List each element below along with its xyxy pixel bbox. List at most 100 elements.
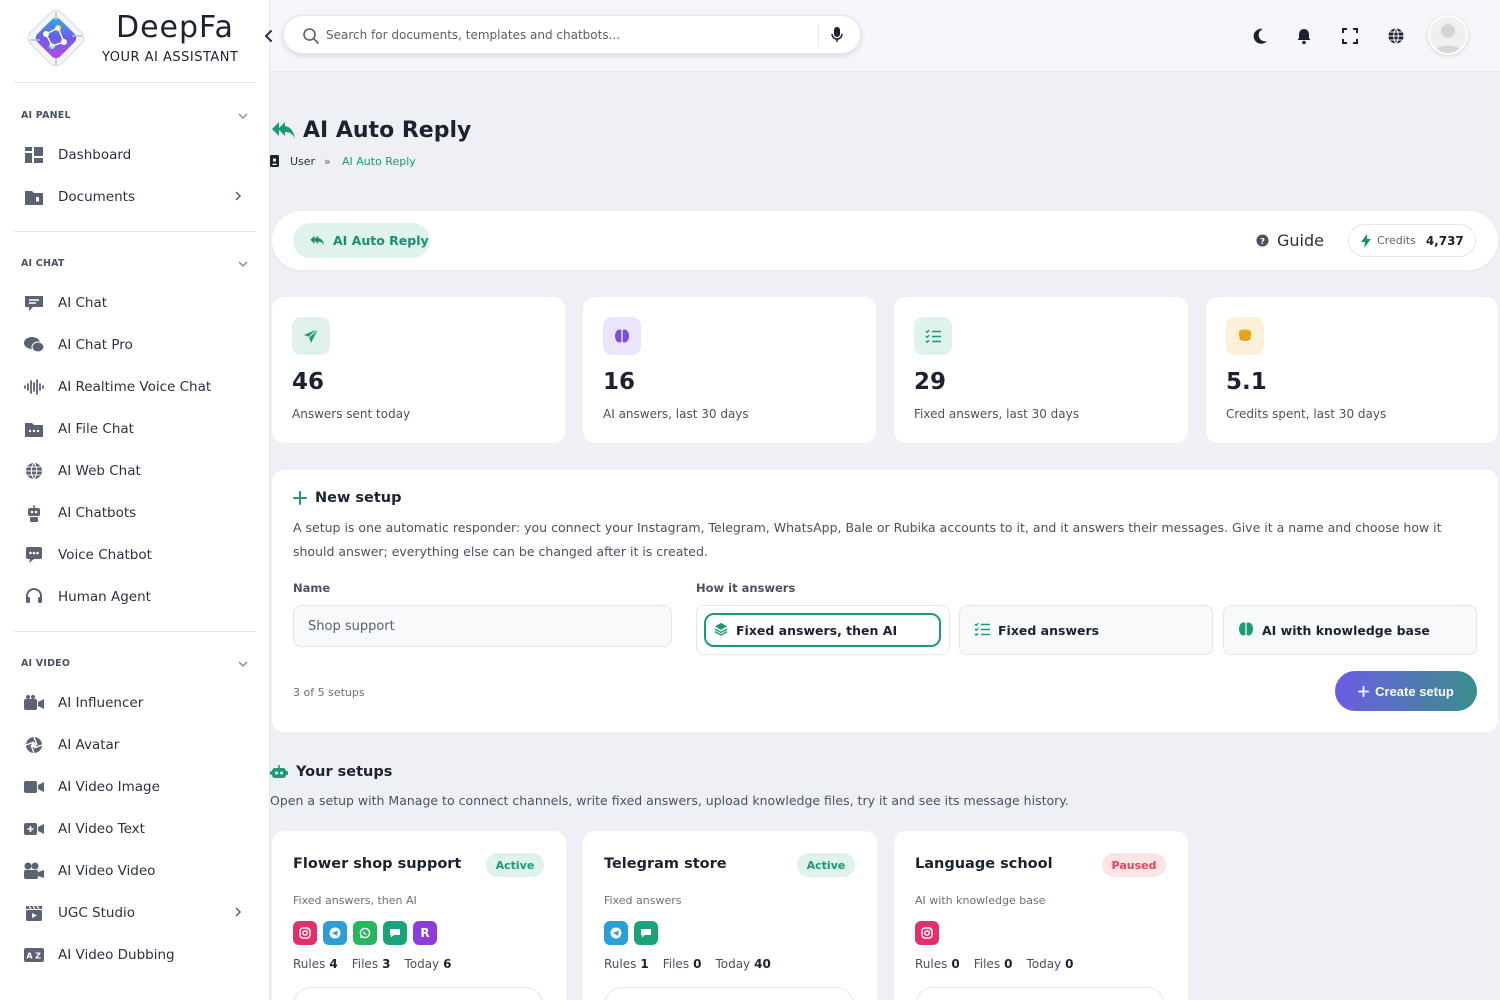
rubika-icon: R bbox=[413, 921, 437, 945]
sidebar-item-label: AI Realtime Voice Chat bbox=[58, 379, 212, 395]
channel-list bbox=[915, 921, 939, 945]
sidebar-item-label: AI File Chat bbox=[58, 421, 134, 437]
section-title: AI CHAT bbox=[21, 258, 65, 269]
status-badge: Paused bbox=[1102, 853, 1166, 877]
chevron-left-icon bbox=[264, 30, 272, 42]
brand-logo[interactable]: DeepFa YOUR AI ASSISTANT bbox=[20, 4, 260, 76]
setup-mode: AI with knowledge base bbox=[915, 894, 1046, 907]
stat-value: 46 bbox=[292, 369, 325, 395]
stat-card: 16 AI answers, last 30 days bbox=[583, 297, 876, 443]
setup-name: Language school bbox=[915, 856, 1053, 872]
sidebar-item-ai-video-image[interactable]: AI Video Image bbox=[0, 767, 269, 807]
sidebar-item-label: AI Video Image bbox=[58, 779, 160, 795]
sidebar-item-documents[interactable]: Documents bbox=[0, 177, 269, 217]
credits-value: 4,737 bbox=[1425, 233, 1464, 248]
whatsapp-icon bbox=[353, 921, 377, 945]
sidebar-item-ai-chatbots[interactable]: AI Chatbots bbox=[0, 493, 269, 533]
film-camera-icon bbox=[24, 861, 44, 881]
fullscreen-icon[interactable] bbox=[1340, 26, 1360, 46]
sidebar-item-ai-avatar[interactable]: AI Avatar bbox=[0, 725, 269, 765]
search-icon bbox=[303, 28, 319, 44]
sidebar-item-voice-chatbot[interactable]: Voice Chatbot bbox=[0, 535, 269, 575]
sidebar-item-human-agent[interactable]: Human Agent bbox=[0, 577, 269, 617]
sidebar-item-label: Documents bbox=[58, 189, 135, 205]
manage-button[interactable] bbox=[915, 987, 1165, 1000]
sidebar-item-ai-influencer[interactable]: AI Influencer bbox=[0, 683, 269, 723]
brand-tagline: YOUR AI ASSISTANT bbox=[102, 50, 239, 65]
create-setup-button[interactable]: Create setup bbox=[1335, 671, 1477, 711]
sidebar-item-ai-video-video[interactable]: AI Video Video bbox=[0, 851, 269, 891]
folder-icon bbox=[24, 187, 44, 207]
search-input[interactable] bbox=[326, 22, 806, 48]
moon-icon[interactable] bbox=[1250, 26, 1270, 46]
files-label: Files bbox=[973, 957, 1001, 971]
mode-option-fixed-answers[interactable]: Fixed answers bbox=[959, 605, 1213, 655]
breadcrumb-separator: » bbox=[324, 155, 331, 168]
robot-icon bbox=[24, 503, 44, 523]
rules-value: 0 bbox=[951, 957, 960, 971]
setup-stats: Rules 1 Files 0 Today 40 bbox=[604, 957, 771, 971]
chevron-down-icon[interactable] bbox=[236, 109, 250, 123]
sidebar-collapse-button[interactable] bbox=[259, 24, 279, 48]
stat-label: Answers sent today bbox=[292, 407, 411, 421]
plus-icon bbox=[1358, 685, 1370, 697]
sidebar-item-ai-video-text[interactable]: AI Video Text bbox=[0, 809, 269, 849]
video-plus-icon bbox=[24, 819, 44, 839]
manage-button[interactable] bbox=[604, 987, 854, 1000]
topbar bbox=[270, 0, 1500, 72]
sidebar-item-ai-chat-pro[interactable]: AI Chat Pro bbox=[0, 325, 269, 365]
module-header: AI Auto Reply ? Guide Credits 4,737 bbox=[272, 211, 1498, 270]
stat-value: 16 bbox=[603, 369, 636, 395]
your-setups-heading: Your setups bbox=[270, 764, 392, 780]
credits-badge[interactable]: Credits 4,737 bbox=[1348, 224, 1476, 257]
search-bar bbox=[283, 15, 861, 54]
section-title: AI PANEL bbox=[21, 110, 71, 121]
new-setup-title: New setup bbox=[315, 490, 402, 506]
sidebar-item-ai-web-chat[interactable]: AI Web Chat bbox=[0, 451, 269, 491]
sidebar-item-ugc-studio[interactable]: UGC Studio bbox=[0, 893, 269, 933]
sidebar-item-ai-chat[interactable]: AI Chat bbox=[0, 283, 269, 323]
channel-list: R bbox=[293, 921, 437, 945]
sidebar-item-ai-file-chat[interactable]: AI File Chat bbox=[0, 409, 269, 449]
file-folder-icon bbox=[24, 419, 44, 439]
bell-icon[interactable] bbox=[1294, 26, 1314, 46]
mode-option-fixed-answers-then-ai[interactable]: Fixed answers, then AI bbox=[696, 605, 950, 655]
files-stat: Files 0 bbox=[663, 957, 702, 971]
coins-icon bbox=[1226, 317, 1264, 355]
avatar[interactable] bbox=[1428, 15, 1468, 55]
section-title: AI VIDEO bbox=[21, 658, 71, 669]
lightning-icon bbox=[1361, 233, 1371, 248]
sidebar-item-label: UGC Studio bbox=[58, 905, 136, 921]
setup-mode: Fixed answers, then AI bbox=[293, 894, 417, 907]
chat-message-icon bbox=[24, 293, 44, 313]
sidebar-item-dashboard[interactable]: Dashboard bbox=[0, 135, 269, 175]
microphone-icon[interactable] bbox=[830, 26, 844, 44]
setup-name: Flower shop support bbox=[293, 856, 462, 872]
chevron-down-icon[interactable] bbox=[236, 657, 250, 671]
sidebar-item-label: AI Chat bbox=[58, 295, 108, 311]
breadcrumb-user[interactable]: User bbox=[290, 155, 315, 168]
stat-value: 29 bbox=[914, 369, 947, 395]
manage-button[interactable] bbox=[293, 987, 543, 1000]
robot-icon bbox=[270, 765, 288, 778]
tab-ai-auto-reply[interactable]: AI Auto Reply bbox=[293, 223, 430, 258]
bale-icon bbox=[634, 921, 658, 945]
mode-option-ai-with-knowledge-base[interactable]: AI with knowledge base bbox=[1223, 605, 1477, 655]
checklist-icon bbox=[974, 622, 990, 639]
brand-name: DeepFa bbox=[116, 10, 234, 45]
globe-icon[interactable] bbox=[1386, 26, 1406, 46]
guide-button[interactable]: ? Guide bbox=[1256, 231, 1324, 250]
sidebar-item-ai-realtime-voice-chat[interactable]: AI Realtime Voice Chat bbox=[0, 367, 269, 407]
sidebar-item-label: AI Web Chat bbox=[58, 463, 141, 479]
setup-name-input[interactable] bbox=[293, 605, 672, 647]
new-setup-description: A setup is one automatic responder: you … bbox=[293, 520, 1442, 559]
setups-count: 3 of 5 setups bbox=[293, 686, 365, 699]
rules-stat: Rules 0 bbox=[915, 957, 960, 971]
sidebar-item-ai-video-dubbing[interactable]: AZ AI Video Dubbing bbox=[0, 935, 269, 975]
stat-card: 46 Answers sent today bbox=[272, 297, 565, 443]
globe-icon bbox=[24, 461, 44, 481]
chat-bubbles-icon bbox=[24, 335, 44, 355]
chevron-down-icon[interactable] bbox=[236, 257, 250, 271]
bale-icon bbox=[383, 921, 407, 945]
setup-card: Flower shop support Active Fixed answers… bbox=[272, 831, 566, 1000]
